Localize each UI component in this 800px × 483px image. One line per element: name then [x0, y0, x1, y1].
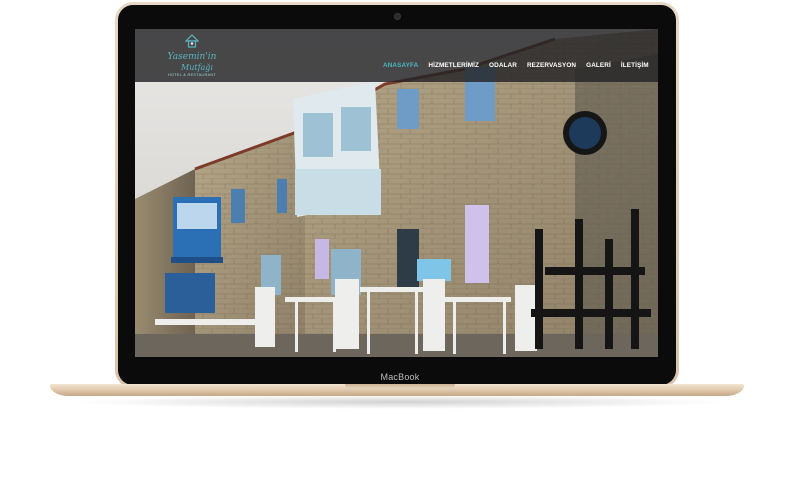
house-icon — [185, 34, 199, 48]
menu-item-iletisim[interactable]: İLETİŞİM — [621, 62, 649, 69]
main-menu: ANASAYFA HİZMETLERİMİZ ODALAR REZERVASYO… — [383, 62, 649, 69]
device-brand-label: MacBook — [380, 372, 420, 382]
website-screen: Yasemin'in Mutfağı HOTEL & RESTAURANT AN… — [135, 29, 658, 357]
logo-title: Yasemin'in — [167, 52, 217, 62]
site-navbar: Yasemin'in Mutfağı HOTEL & RESTAURANT AN… — [135, 29, 658, 82]
logo-tagline: HOTEL & RESTAURANT — [167, 73, 216, 77]
menu-item-hizmetlerimiz[interactable]: HİZMETLERİMİZ — [428, 62, 479, 69]
menu-item-galeri[interactable]: GALERİ — [586, 62, 611, 69]
menu-item-rezervasyon[interactable]: REZERVASYON — [527, 62, 576, 69]
laptop-shadow — [70, 395, 730, 409]
laptop-notch — [345, 384, 455, 389]
logo-subtitle: Mutfağı — [181, 63, 213, 72]
menu-item-odalar[interactable]: ODALAR — [489, 62, 517, 69]
camera-icon — [394, 13, 401, 20]
site-logo[interactable]: Yasemin'in Mutfağı HOTEL & RESTAURANT — [157, 32, 227, 80]
menu-item-anasayfa[interactable]: ANASAYFA — [383, 62, 418, 69]
